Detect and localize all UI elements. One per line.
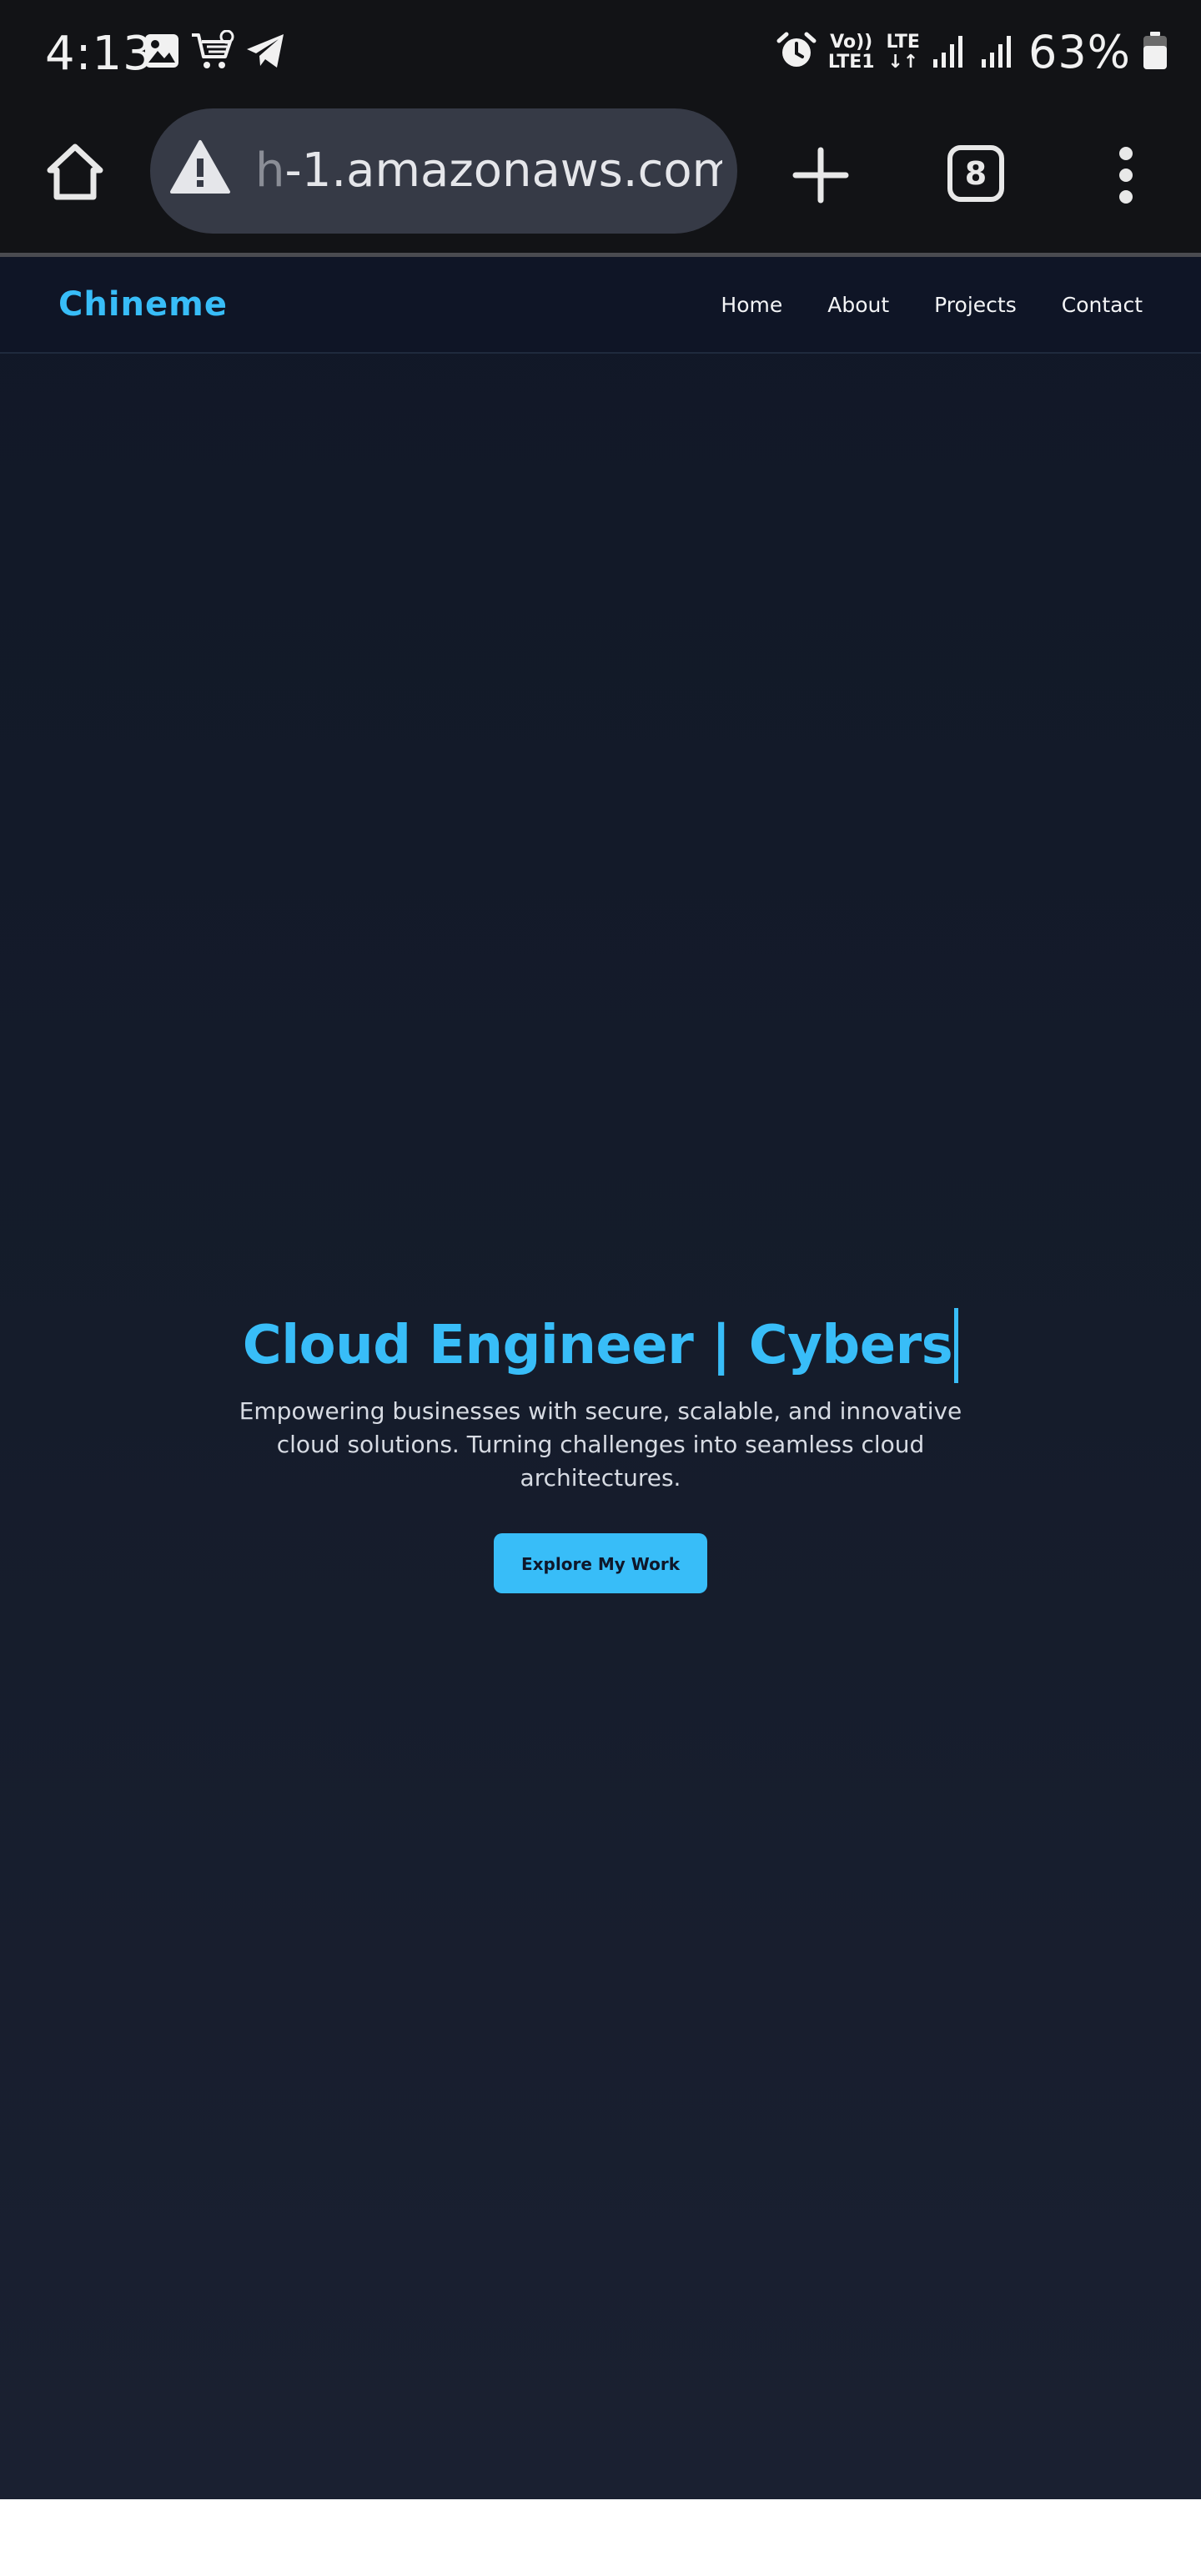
warning-icon[interactable] [168,138,232,201]
tab-switcher-icon[interactable]: 8 [947,145,1004,202]
hero-section: Cloud Engineer | Cybers Empowering busin… [0,1308,1201,1593]
home-icon [47,143,103,200]
nav-link-home[interactable]: Home [721,289,782,322]
url-main-part: -1.amazonaws.com [284,143,723,198]
nav-link-projects[interactable]: Projects [934,289,1017,322]
more-vert-icon [1119,147,1133,204]
system-icons: Vo)) LTE1 LTE ↓↑ 63% [776,25,1168,80]
notification-icons [143,30,287,72]
site-navbar: Chineme Home About Projects Contact [0,257,1201,354]
status-time: 4:13 [45,27,153,81]
shopping-cart-icon [190,30,235,72]
url-faded-part: h [255,143,285,198]
battery-percent: 63% [1028,26,1131,78]
menu-button[interactable] [1109,142,1143,209]
signal-icon [932,33,968,73]
signal-icon [980,33,1017,73]
lte-indicator: LTE ↓↑ [887,33,920,73]
site-logo[interactable]: Chineme [58,284,228,325]
hero-subtitle: Empowering businesses with secure, scala… [239,1397,962,1492]
explore-work-button[interactable]: Explore My Work [494,1533,707,1593]
lte-bottom: ↓↑ [887,52,919,73]
browser-toolbar: h-1.amazonaws.com 8 [0,108,1201,257]
hero-title: Cloud Engineer | Cybers [243,1308,959,1383]
lte-top: LTE [886,32,920,53]
telegram-icon [245,33,287,69]
nav-link-about[interactable]: About [827,289,889,322]
plus-icon [792,147,849,204]
battery-icon [1143,31,1168,74]
nav-links: Home About Projects Contact [721,289,1143,322]
home-button[interactable] [42,138,108,205]
volte-top: Vo)) [830,32,873,53]
volte-bottom: LTE1 [827,52,875,73]
volte-indicator: Vo)) LTE1 [828,33,875,73]
alarm-icon [776,31,817,75]
status-bar: 4:13 Vo)) LTE1 LTE ↓↑ 63% [0,0,1201,108]
gallery-icon [143,33,180,69]
nav-link-contact[interactable]: Contact [1062,289,1143,322]
new-tab-button[interactable] [787,142,854,209]
web-page: Chineme Home About Projects Contact Clou… [0,257,1201,2499]
url-text[interactable]: h-1.amazonaws.com [255,140,722,202]
address-bar[interactable]: h-1.amazonaws.com [150,108,737,234]
